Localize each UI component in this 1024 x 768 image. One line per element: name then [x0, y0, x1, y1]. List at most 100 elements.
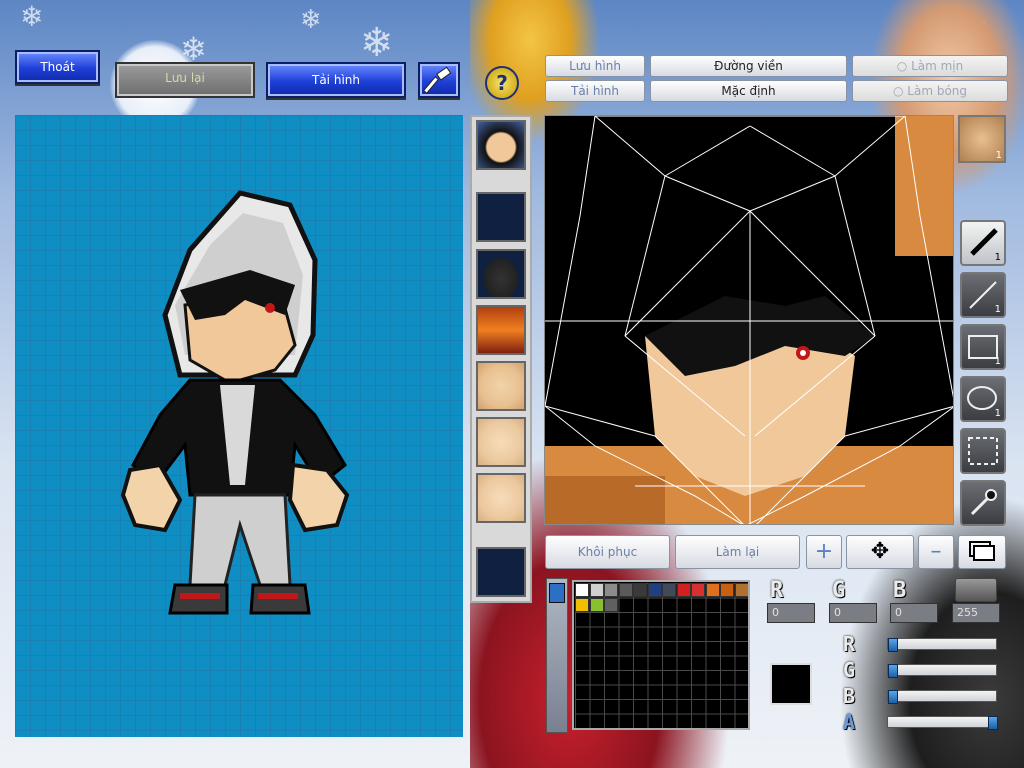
save-image-label: Lưu hình [569, 59, 621, 73]
ellipse-tool[interactable]: 1 [960, 376, 1006, 422]
default-label: Mặc định [721, 84, 776, 98]
a-value-field[interactable]: 255 [952, 603, 1000, 623]
texture-part-list [470, 115, 532, 603]
line-count: 1 [994, 304, 1001, 315]
g-slider-thumb[interactable] [888, 664, 898, 678]
a-slider-label: A [843, 710, 856, 734]
r-channel-label: R [770, 578, 784, 603]
palette-swatch[interactable] [618, 583, 633, 597]
b-slider[interactable] [887, 690, 997, 704]
load-image-option[interactable]: Tải hình [545, 80, 645, 102]
save-button-label: Lưu lại [165, 71, 205, 85]
texture-part-face[interactable] [476, 120, 526, 170]
texture-part-empty[interactable] [476, 547, 526, 597]
snowflake-icon: ❄ [360, 20, 394, 66]
a-slider[interactable] [887, 716, 998, 730]
rectangle-count: 1 [994, 356, 1001, 367]
r-slider-thumb[interactable] [888, 638, 898, 652]
line-tool[interactable]: 1 [960, 272, 1006, 318]
color-palette[interactable] [572, 580, 750, 730]
palette-scroll-thumb[interactable] [549, 583, 565, 603]
palette-swatch[interactable] [647, 583, 662, 597]
plus-icon: + [814, 539, 834, 564]
load-image-label: Tải hình [571, 84, 619, 98]
g-slider[interactable] [887, 664, 997, 678]
palette-swatch[interactable] [705, 583, 720, 597]
texture-part-hat[interactable] [476, 249, 526, 299]
texture-wireframe [545, 116, 953, 524]
g-value-field[interactable]: 0 [829, 603, 877, 623]
b-channel-label: B [893, 578, 907, 603]
b-value-field[interactable]: 0 [890, 603, 938, 623]
palette-swatch[interactable] [633, 583, 647, 597]
layer-icon [969, 541, 995, 561]
palette-swatch[interactable] [589, 597, 604, 612]
default-option[interactable]: Mặc định [650, 80, 847, 102]
palette-swatch[interactable] [604, 597, 618, 612]
palette-scrollbar[interactable] [546, 578, 568, 733]
texture-part-empty[interactable] [476, 192, 526, 242]
radio-icon: ○ [892, 84, 904, 98]
palette-grid [575, 583, 748, 728]
portrait-tool[interactable]: 1 [958, 115, 1006, 163]
help-icon: ? [496, 71, 508, 95]
exit-button[interactable]: Thoát [15, 50, 100, 84]
palette-swatch[interactable] [691, 583, 705, 597]
reload-button[interactable]: Tải hình [266, 62, 406, 98]
rectangle-tool[interactable]: 1 [960, 324, 1006, 370]
save-image-option[interactable]: Lưu hình [545, 55, 645, 77]
character-model [120, 190, 350, 615]
texture-part-skin-alt[interactable] [476, 473, 526, 523]
pen-count: 1 [994, 252, 1001, 263]
hammer-button[interactable] [418, 62, 460, 98]
texture-part-armor[interactable] [476, 305, 526, 355]
palette-swatch[interactable] [662, 583, 676, 597]
save-button[interactable]: Lưu lại [115, 62, 255, 98]
shade-option[interactable]: ○ Làm bóng [852, 80, 1008, 102]
reload-button-label: Tải hình [312, 73, 360, 87]
eyedropper-tool[interactable] [960, 480, 1006, 526]
move-arrows-icon: ✥ [870, 539, 890, 564]
b-slider-thumb[interactable] [888, 690, 898, 704]
g-slider-label: G [843, 658, 856, 682]
redo-button[interactable]: Làm lại [675, 535, 800, 569]
palette-swatch[interactable] [734, 583, 748, 597]
layer-button[interactable] [958, 535, 1006, 569]
portrait-count: 1 [995, 150, 1002, 161]
current-color-swatch [770, 663, 812, 705]
g-channel-label: G [832, 578, 846, 603]
palette-swatch[interactable] [720, 583, 734, 597]
palette-swatch[interactable] [575, 583, 589, 597]
minus-icon: – [930, 539, 942, 564]
redo-label: Làm lại [715, 545, 760, 559]
a-slider-thumb[interactable] [988, 716, 998, 730]
pen-tool[interactable]: 1 [960, 220, 1006, 266]
alpha-channel-icon [955, 578, 997, 602]
palette-swatch[interactable] [676, 583, 691, 597]
smooth-label: Làm mịn [911, 59, 964, 73]
zoom-in-button[interactable]: + [806, 535, 842, 569]
selection-icon [968, 437, 998, 465]
restore-button[interactable]: Khôi phục [545, 535, 670, 569]
palette-swatch[interactable] [604, 583, 618, 597]
move-button[interactable]: ✥ [846, 535, 914, 569]
help-button[interactable]: ? [485, 66, 519, 100]
outline-option[interactable]: Đường viền [650, 55, 847, 77]
pixel-edit-canvas[interactable] [544, 115, 954, 525]
snowflake-icon: ❄ [300, 5, 322, 35]
texture-part-face-alt[interactable] [476, 361, 526, 411]
b-slider-label: B [843, 684, 856, 708]
zoom-out-button[interactable]: – [918, 535, 954, 569]
restore-label: Khôi phục [577, 545, 638, 559]
character-preview[interactable] [15, 115, 463, 737]
radio-icon: ○ [896, 59, 908, 73]
smooth-option[interactable]: ○ Làm mịn [852, 55, 1008, 77]
select-tool[interactable] [960, 428, 1006, 474]
snowflake-icon: ❄ [20, 0, 44, 33]
palette-swatch[interactable] [575, 597, 589, 612]
palette-swatch[interactable] [589, 583, 604, 597]
texture-part-skin[interactable] [476, 417, 526, 467]
eyedropper-icon [970, 489, 997, 516]
r-slider[interactable] [887, 638, 997, 652]
r-value-field[interactable]: 0 [767, 603, 815, 623]
